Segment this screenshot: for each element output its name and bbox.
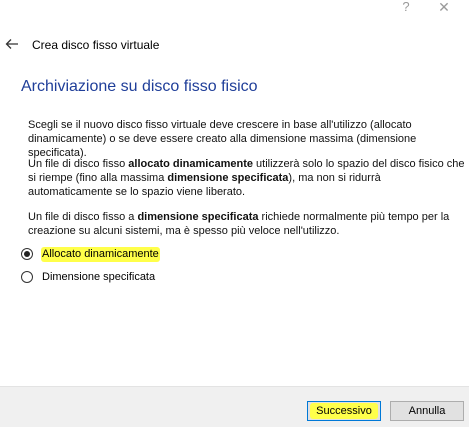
page-heading: Archiviazione su disco fisso fisico	[21, 78, 258, 95]
radio-fixed[interactable]	[21, 271, 33, 283]
next-button[interactable]: Successivo	[307, 401, 381, 421]
back-arrow-icon[interactable]	[4, 36, 20, 52]
help-button[interactable]: ?	[394, 0, 418, 20]
description-paragraph: Scegli se il nuovo disco fisso virtuale …	[28, 119, 417, 159]
fixed-info-paragraph: Un file di disco fisso a dimensione spec…	[28, 211, 450, 237]
cancel-button[interactable]: Annulla	[390, 401, 464, 421]
close-button[interactable]: ✕	[432, 0, 456, 20]
option-dynamic-label[interactable]: Allocato dinamicamente	[41, 247, 160, 262]
window-title: Crea disco fisso virtuale	[32, 38, 160, 52]
bold-term: dimensione specificata	[167, 172, 289, 184]
bold-term: dimensione specificata	[137, 211, 259, 223]
next-button-label: Successivo	[310, 403, 378, 419]
option-fixed-label[interactable]: Dimensione specificata	[41, 270, 156, 285]
radio-dynamic[interactable]	[21, 248, 33, 260]
dynamic-info-paragraph: Un file di disco fisso allocato dinamica…	[28, 158, 465, 198]
wizard-header: Crea disco fisso virtuale	[0, 36, 469, 56]
button-bar: Successivo Annulla	[0, 386, 469, 427]
bold-term: allocato dinamicamente	[128, 158, 253, 170]
